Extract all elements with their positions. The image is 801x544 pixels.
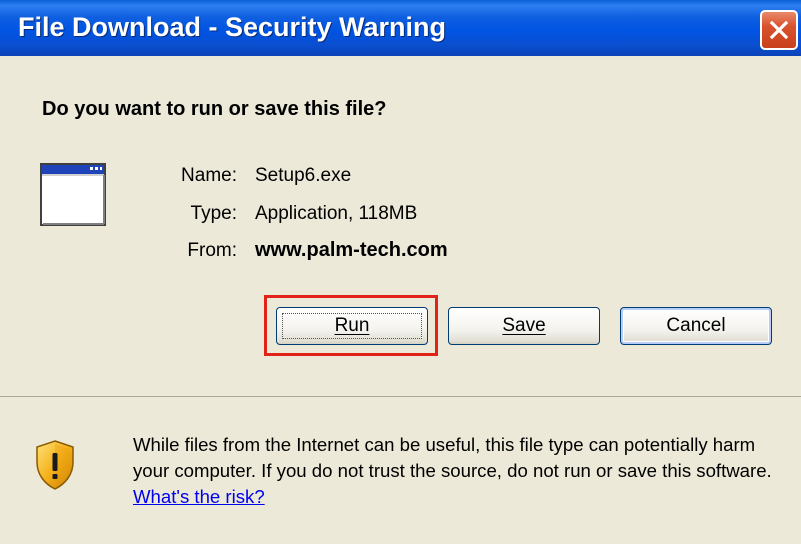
run-button-focus-rect	[282, 313, 422, 339]
title-bar[interactable]: File Download - Security Warning	[0, 0, 801, 56]
save-button[interactable]: Save	[448, 307, 600, 345]
security-warning-message: While files from the Internet can be use…	[133, 432, 793, 510]
whats-the-risk-link[interactable]: What's the risk?	[133, 486, 265, 507]
save-button-label: Save	[502, 315, 546, 336]
run-button[interactable]: Run	[276, 307, 428, 345]
window-title: File Download - Security Warning	[18, 12, 447, 42]
application-icon	[40, 163, 106, 226]
download-question: Do you want to run or save this file?	[42, 98, 387, 120]
file-type-value: Application, 118MB	[255, 203, 418, 224]
close-button[interactable]	[760, 10, 798, 50]
file-download-dialog: File Download - Security Warning Do you …	[0, 0, 801, 544]
cancel-button[interactable]: Cancel	[620, 307, 772, 345]
security-shield-icon	[36, 440, 74, 490]
from-label: From:	[187, 240, 237, 261]
file-name-value: Setup6.exe	[255, 165, 352, 186]
close-icon	[769, 20, 789, 40]
name-label: Name:	[181, 165, 237, 186]
cancel-button-label: Cancel	[666, 315, 726, 336]
file-source-value: www.palm-tech.com	[255, 239, 448, 261]
type-label: Type:	[190, 203, 237, 224]
warning-text: While files from the Internet can be use…	[133, 434, 772, 481]
